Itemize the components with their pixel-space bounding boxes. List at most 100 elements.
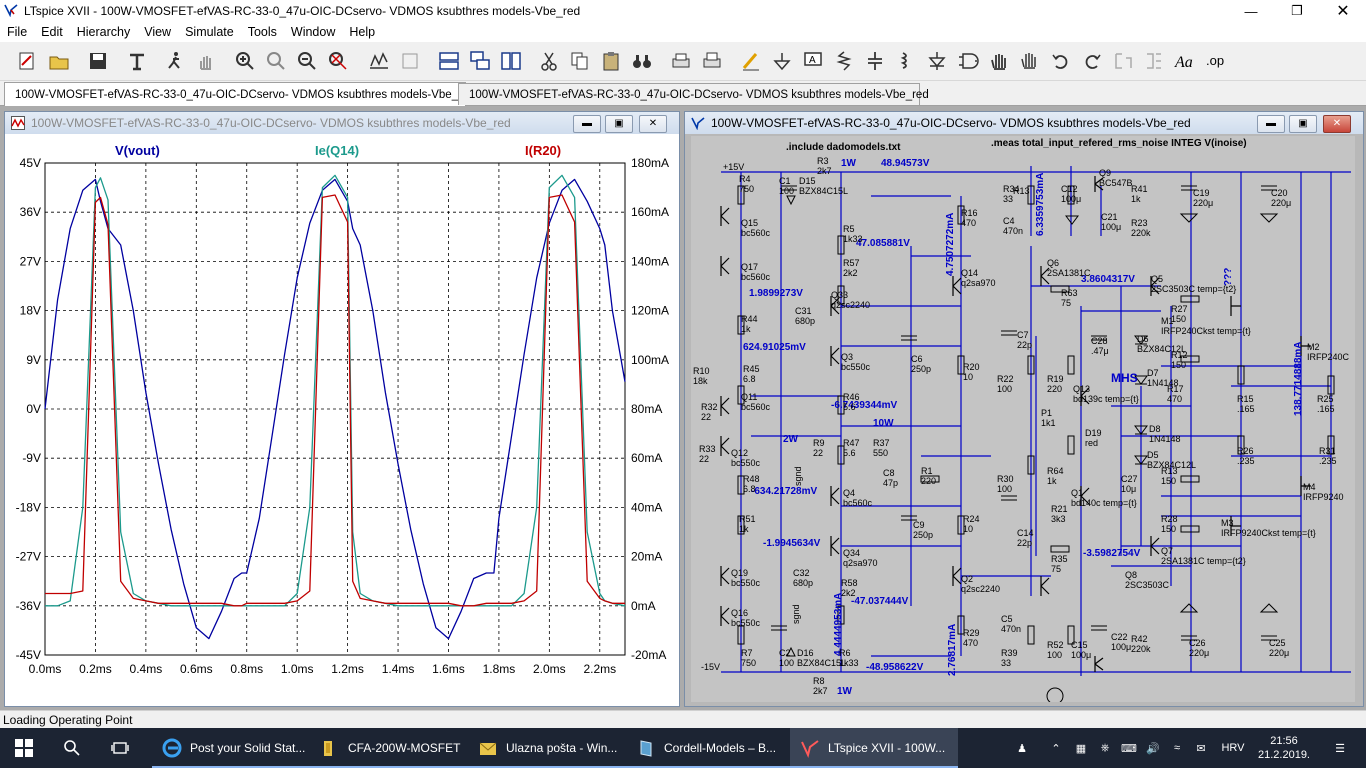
redo-icon[interactable] (1079, 48, 1105, 74)
minimize-button[interactable]: — (1228, 0, 1274, 22)
network-icon[interactable]: ▦ (1070, 728, 1092, 768)
menu-simulate[interactable]: Simulate (178, 22, 241, 42)
zoom-fit-icon[interactable] (325, 48, 351, 74)
undo-icon[interactable] (1048, 48, 1074, 74)
find-icon[interactable] (629, 48, 655, 74)
taskbar-item-folder[interactable]: CFA-200W-MOSFET (310, 728, 472, 768)
component-value-label: red (1085, 438, 1098, 448)
view-netlist-icon[interactable] (397, 48, 423, 74)
draw-wire-icon[interactable] (738, 48, 764, 74)
y-left-tick-label: -27V (16, 550, 41, 564)
keyboard-icon[interactable]: ⌨ (1118, 728, 1140, 768)
component-value-label: BZX84C15L (799, 186, 848, 196)
inductor-icon[interactable] (893, 48, 919, 74)
component-value-label: 1k (1131, 194, 1141, 204)
menu-edit[interactable]: Edit (34, 22, 70, 42)
tile-horizontal-icon[interactable] (436, 48, 462, 74)
clock[interactable]: 21:56 21.2.2019. (1256, 728, 1312, 768)
y-left-tick-label: -9V (22, 451, 41, 465)
waveform-close-button[interactable]: ✕ (639, 115, 667, 133)
waveform-minimize-button[interactable]: ▬ (573, 115, 601, 133)
taskbar-item-edge[interactable]: Post your Solid Stat... (152, 728, 314, 768)
component-ref-label: Q14 (961, 268, 978, 278)
resistor-icon[interactable] (831, 48, 857, 74)
diode-icon[interactable] (924, 48, 950, 74)
notifications-icon[interactable]: ☰ (1320, 728, 1360, 768)
component-ref-label: Q7 (1161, 546, 1173, 556)
taskbar-item-book[interactable]: Cordell-Models – B... (626, 728, 794, 768)
save-icon[interactable] (85, 48, 111, 74)
drag-hand-icon[interactable] (1017, 48, 1043, 74)
zoom-in-icon[interactable] (232, 48, 258, 74)
tab-waveform[interactable]: 100W-VMOSFET-efVAS-RC-33-0_47u-OIC-DCser… (458, 83, 929, 105)
label-net-icon[interactable]: A (800, 48, 826, 74)
power-rating-label: 1W (841, 158, 857, 169)
menu-tools[interactable]: Tools (241, 22, 284, 42)
legend-entry[interactable]: V(vout) (115, 143, 160, 158)
cascade-icon[interactable] (467, 48, 493, 74)
mirror-icon[interactable] (1141, 48, 1167, 74)
capacitor-icon[interactable] (862, 48, 888, 74)
control-panel-icon[interactable] (124, 48, 150, 74)
task-view-button[interactable] (96, 728, 144, 768)
component-value-label: 18k (693, 376, 708, 386)
rotate-icon[interactable] (1110, 48, 1136, 74)
component-value-label: bc550c (731, 618, 761, 628)
waveform-plot[interactable]: 0.0ms 0.2ms 0.4ms 0.6ms 0.8ms 1.0ms 1.2ms 1.4ms… (5, 135, 677, 705)
show-hidden-icons-icon[interactable]: ⌃ (1046, 728, 1066, 768)
schematic-close-button[interactable]: ✕ (1323, 115, 1351, 133)
y-right-tick-label: 100mA (631, 353, 669, 367)
cut-icon[interactable] (536, 48, 562, 74)
schematic-minimize-button[interactable]: ▬ (1257, 115, 1285, 133)
print-preview-icon[interactable] (668, 48, 694, 74)
copy-icon[interactable] (567, 48, 593, 74)
pan-icon[interactable] (263, 48, 289, 74)
close-button[interactable]: ✕ (1320, 0, 1366, 22)
text-icon[interactable]: Aa (1172, 48, 1198, 74)
new-schematic-icon[interactable] (14, 48, 40, 74)
menu-hierarchy[interactable]: Hierarchy (70, 22, 138, 42)
legend-entry[interactable]: Ie(Q14) (315, 143, 359, 158)
ground-icon[interactable] (769, 48, 795, 74)
run-icon[interactable] (162, 48, 188, 74)
spice-directive-icon[interactable]: .op (1203, 48, 1229, 74)
print-icon[interactable] (699, 48, 725, 74)
component-icon[interactable] (955, 48, 981, 74)
volume-icon[interactable]: 🔊 (1142, 728, 1164, 768)
start-button[interactable] (0, 728, 48, 768)
autorange-icon[interactable] (366, 48, 392, 74)
component-value-label: 150 (1161, 476, 1176, 486)
tab-schematic[interactable]: 100W-VMOSFET-efVAS-RC-33-0_47u-OIC-DCser… (4, 82, 475, 106)
usb-icon[interactable]: ⎈ (1094, 728, 1116, 768)
y-right-tick-label: 140mA (631, 254, 669, 268)
waveform-restore-button[interactable]: ▣ (605, 115, 633, 133)
legend-entry[interactable]: I(R20) (525, 143, 561, 158)
wifi-icon[interactable]: ≈ (1166, 728, 1188, 768)
menu-window[interactable]: Window (284, 22, 342, 42)
search-button[interactable] (48, 728, 96, 768)
y-left-tick-label: -45V (16, 648, 41, 662)
halt-hand-icon[interactable] (193, 48, 219, 74)
zoom-out-icon[interactable] (294, 48, 320, 74)
tile-vertical-icon[interactable] (498, 48, 524, 74)
restore-button[interactable]: ❐ (1274, 0, 1320, 22)
menu-view[interactable]: View (137, 22, 178, 42)
open-folder-icon[interactable] (46, 48, 72, 74)
move-hand-icon[interactable] (986, 48, 1012, 74)
clock-date: 21.2.2019. (1258, 749, 1310, 761)
taskbar-item-ltspice[interactable]: LTspice XVII - 100W... (790, 728, 958, 768)
chat-icon[interactable]: ✉ (1190, 728, 1212, 768)
schematic-restore-button[interactable]: ▣ (1289, 115, 1317, 133)
component-ref-label: R19 (1047, 374, 1064, 384)
input-language[interactable]: HRV (1216, 728, 1250, 768)
people-icon[interactable]: ♟ (1010, 728, 1034, 768)
y-right-tick-label: 0mA (631, 599, 656, 613)
taskbar-item-label: Ulazna pošta - Win... (506, 741, 618, 755)
taskbar-item-mail[interactable]: Ulazna pošta - Win... (468, 728, 630, 768)
menu-file[interactable]: File (0, 22, 34, 42)
component-value-label: bc560c (741, 402, 771, 412)
schematic-canvas[interactable]: .include dadomodels.txt .meas total_input… (691, 136, 1355, 702)
component-value-label: 220μ (1269, 648, 1289, 658)
menu-help[interactable]: Help (342, 22, 382, 42)
paste-icon[interactable] (598, 48, 624, 74)
